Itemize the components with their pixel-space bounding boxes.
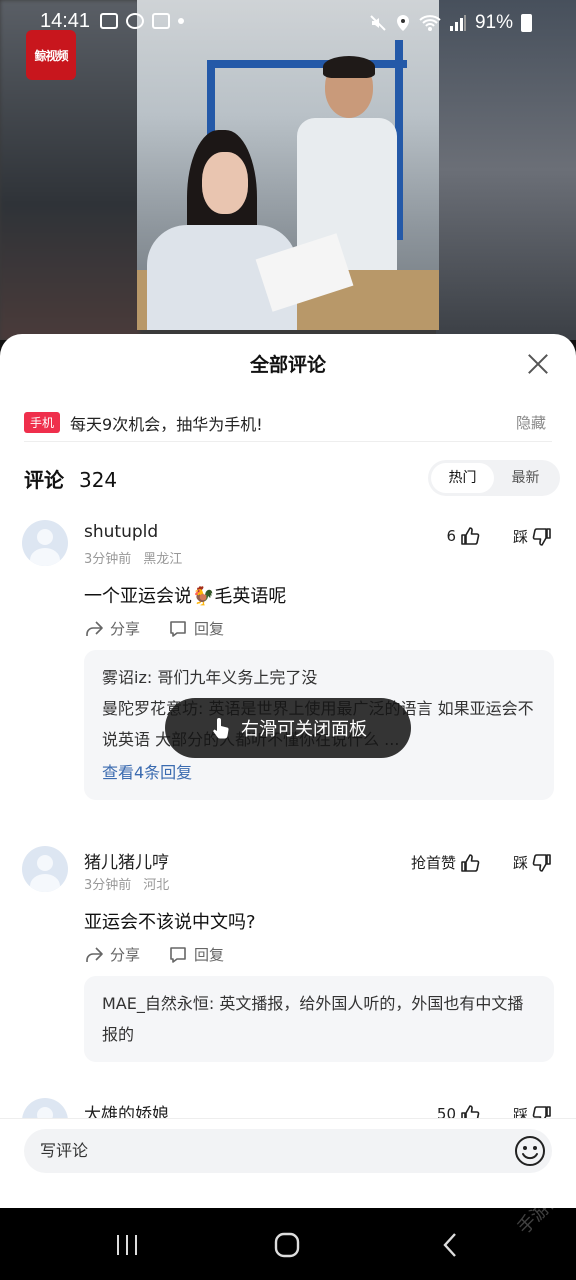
notification-dot-icon <box>178 18 184 24</box>
comment-time: 3分钟前 <box>84 552 132 567</box>
reply-author[interactable]: 雾诏iz <box>102 668 147 687</box>
promo-tag: 手机 <box>24 412 61 433</box>
sort-hot-tab[interactable]: 热门 <box>431 463 494 493</box>
comment-time: 3分钟前 <box>84 878 132 893</box>
video-blur-right <box>436 0 576 340</box>
promo-banner[interactable]: 手机 每天9次机会，抽华为手机! 隐藏 <box>24 404 552 442</box>
reply-label: 回复 <box>194 620 225 638</box>
reply-button[interactable]: 回复 <box>168 618 224 639</box>
view-more-replies[interactable]: 查看4条回复 <box>102 757 536 788</box>
comment-count: 评论 324 <box>24 464 117 493</box>
dislike-button[interactable]: 踩 <box>513 852 552 873</box>
share-button[interactable]: 分享 <box>84 618 140 639</box>
avatar[interactable] <box>22 846 68 892</box>
avatar[interactable] <box>22 520 68 566</box>
dislike-button[interactable]: 踩 <box>513 526 552 547</box>
share-icon <box>86 946 103 962</box>
panel-title: 全部评论 <box>249 354 326 376</box>
status-bar: 14:41 91% <box>0 0 576 46</box>
home-icon[interactable] <box>272 1230 302 1260</box>
wifi-icon <box>419 15 441 31</box>
emoji-icon[interactable] <box>514 1135 546 1167</box>
comment-count-label: 评论 <box>24 468 64 492</box>
battery-icon <box>521 14 532 32</box>
comment-location: 河北 <box>143 878 170 893</box>
recents-icon[interactable] <box>112 1230 142 1260</box>
comment-actions: 分享 回复 <box>84 944 224 965</box>
share-icon <box>86 620 103 636</box>
hand-pointer-icon <box>213 718 229 739</box>
share-label: 分享 <box>110 946 141 964</box>
app-icon <box>152 13 170 29</box>
swipe-hint-toast: 右滑可关闭面板 <box>165 698 411 758</box>
system-nav-bar <box>0 1208 576 1280</box>
sort-new-tab[interactable]: 最新 <box>494 463 557 493</box>
share-label: 分享 <box>110 620 141 638</box>
back-icon[interactable] <box>436 1230 466 1260</box>
cloud-icon <box>126 13 144 29</box>
comment-meta: 3分钟前 河北 <box>84 874 169 893</box>
like-count: 6 <box>446 527 456 545</box>
comment-item: shutupld 3分钟前 黑龙江 6 踩 一个亚运会说🐓毛英语呢 分享 回复 雾… <box>22 520 554 820</box>
comment-input[interactable]: 写评论 <box>24 1129 552 1173</box>
comment-count-value: 324 <box>78 468 118 492</box>
reply-icon <box>170 620 186 637</box>
comment-username[interactable]: 猪儿猪儿哼 <box>84 848 169 873</box>
reply-text: : 哥们九年义务上完了没 <box>146 668 318 687</box>
reply-item[interactable]: MAE_自然永恒: 英文播报，给外国人听的，外国也有中文播报的 <box>102 988 536 1050</box>
reply-label: 回复 <box>194 946 225 964</box>
location-icon <box>396 15 409 31</box>
like-button[interactable]: 6 <box>446 526 480 546</box>
comment-item: 猪儿猪儿哼 3分钟前 河北 抢首赞 踩 亚运会不该说中文吗? 分享 回复 MAE_… <box>22 846 554 1086</box>
comment-text: 一个亚运会说🐓毛英语呢 <box>84 586 287 607</box>
thumb-down-icon <box>532 527 551 546</box>
comment-actions: 分享 回复 <box>84 618 224 639</box>
close-icon[interactable] <box>526 352 550 376</box>
video-frame[interactable] <box>137 0 439 330</box>
dislike-label: 踩 <box>512 854 528 872</box>
status-time: 14:41 <box>40 10 91 32</box>
battery-text: 91% <box>474 12 513 33</box>
thumb-down-icon <box>532 853 551 872</box>
reply-item[interactable]: 雾诏iz: 哥们九年义务上完了没 <box>102 662 536 693</box>
hide-promo-button[interactable]: 隐藏 <box>516 412 546 433</box>
thumb-up-icon <box>461 853 480 872</box>
share-button[interactable]: 分享 <box>84 944 140 965</box>
video-player[interactable]: 鲸视频 <box>0 0 576 340</box>
reply-button[interactable]: 回复 <box>168 944 224 965</box>
comment-location: 黑龙江 <box>143 552 183 567</box>
reply-icon <box>170 946 186 963</box>
sort-toggle[interactable]: 热门 最新 <box>428 460 560 496</box>
like-button[interactable]: 抢首赞 <box>411 852 480 873</box>
comment-input-bar: 写评论 <box>0 1118 576 1208</box>
like-count: 抢首赞 <box>410 854 456 872</box>
comment-meta: 3分钟前 黑龙江 <box>84 548 182 567</box>
dislike-label: 踩 <box>512 528 528 546</box>
gallery-icon <box>100 13 118 29</box>
thumb-up-icon <box>461 527 480 545</box>
mute-icon <box>370 15 386 31</box>
signal-icon <box>449 15 466 31</box>
reply-author[interactable]: MAE_自然永恒 <box>102 994 209 1013</box>
swipe-hint-text: 右滑可关闭面板 <box>241 719 367 740</box>
comment-username[interactable]: shutupld <box>84 522 158 542</box>
comment-text: 亚运会不该说中文吗? <box>84 912 256 933</box>
comment-count-row: 评论 324 热门 最新 <box>24 460 560 496</box>
comment-panel[interactable]: 全部评论 手机 每天9次机会，抽华为手机! 隐藏 评论 324 热门 最新 sh… <box>0 334 576 1208</box>
reply-thread[interactable]: MAE_自然永恒: 英文播报，给外国人听的，外国也有中文播报的 <box>84 976 554 1062</box>
promo-text[interactable]: 每天9次机会，抽华为手机! <box>70 411 516 435</box>
